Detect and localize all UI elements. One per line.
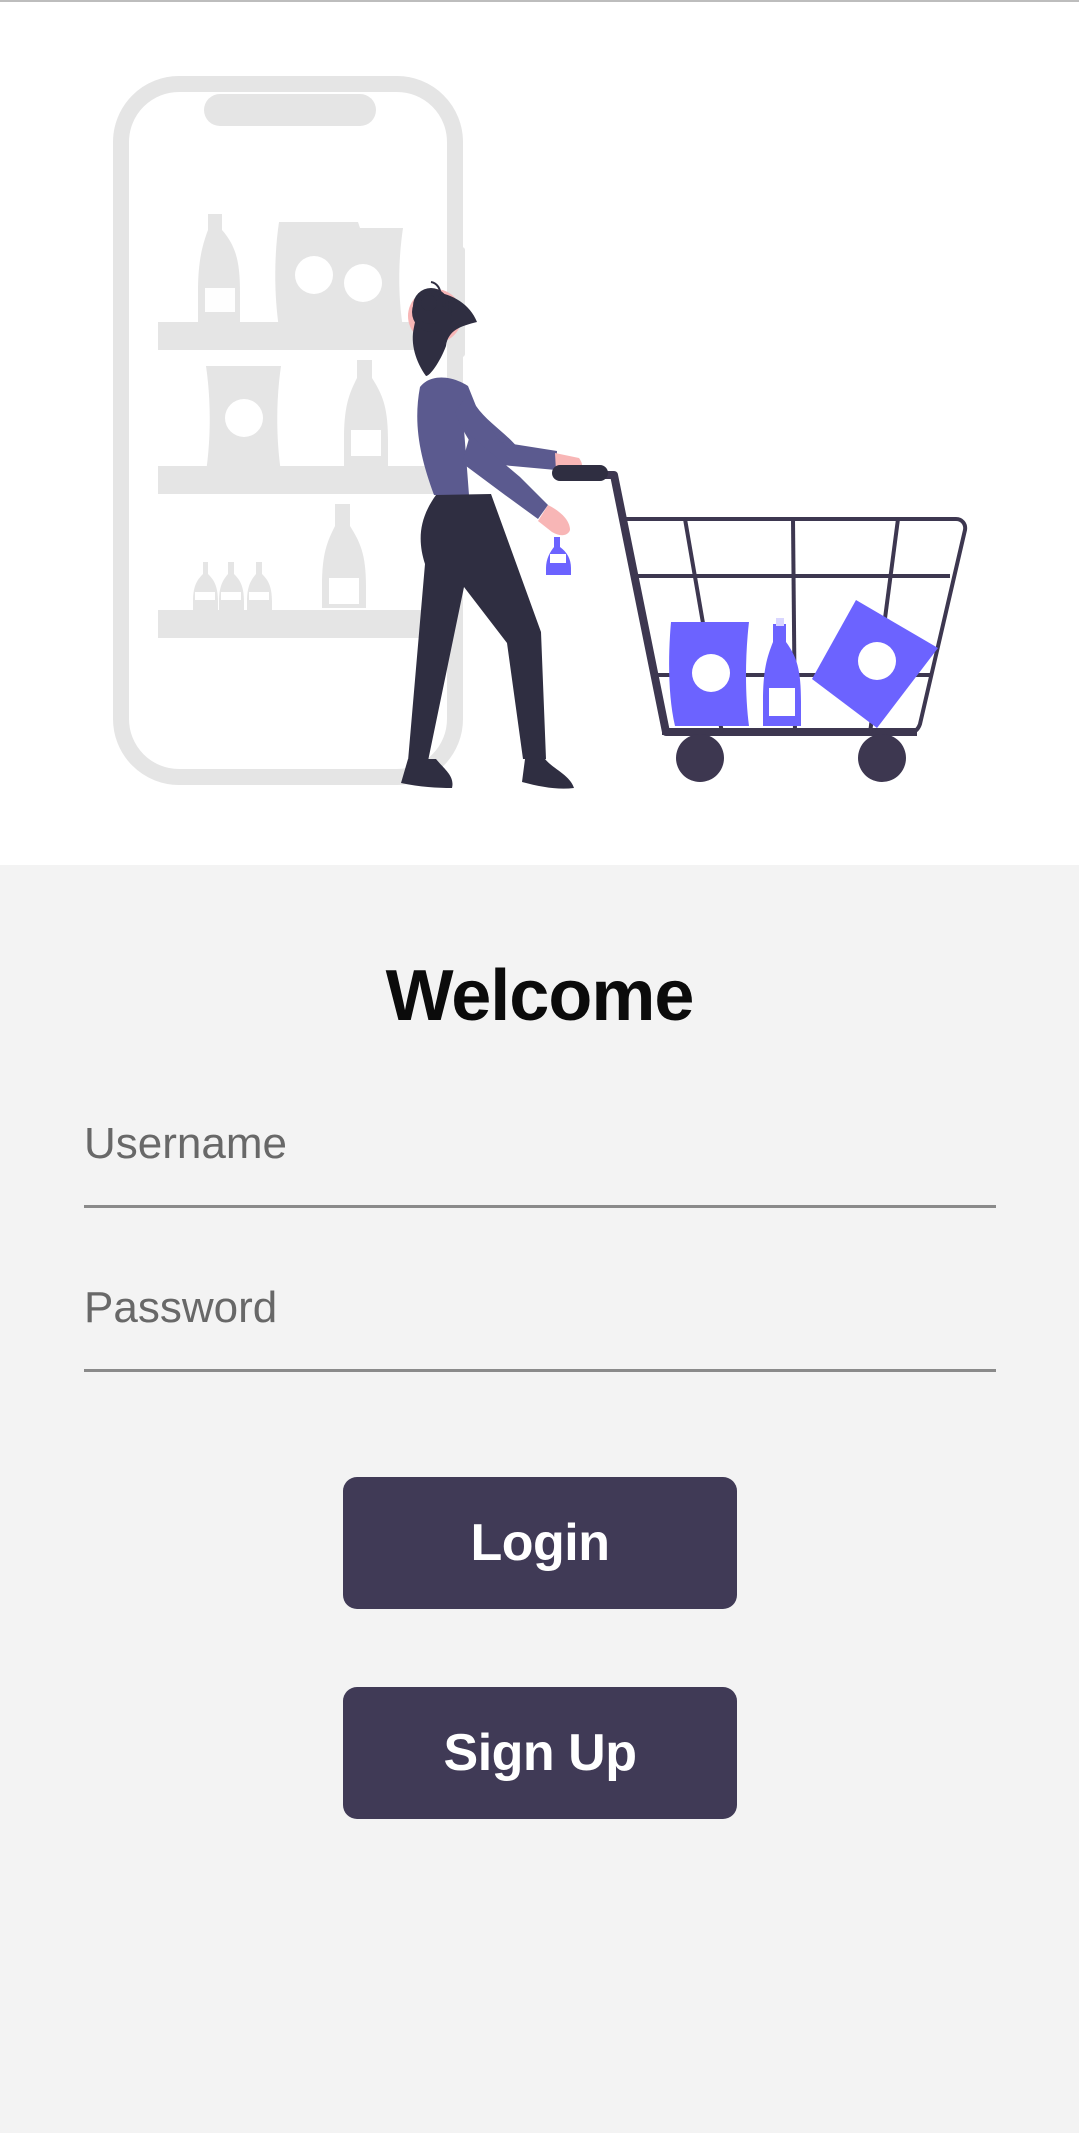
phone-shelf-products: [193, 214, 403, 610]
phone-icon: [113, 76, 465, 785]
shopping-cart-icon: [566, 471, 968, 782]
signup-button[interactable]: Sign Up: [343, 1687, 737, 1819]
shopper-figure: [401, 281, 608, 789]
password-field-container: [84, 1268, 996, 1372]
password-input[interactable]: [84, 1268, 996, 1369]
hero-banner: [0, 0, 1079, 865]
page-title: Welcome: [385, 956, 695, 1037]
username-field-container: [84, 1104, 996, 1208]
login-button[interactable]: Login: [343, 1477, 737, 1609]
shopping-cart-illustration: [113, 76, 968, 789]
username-input[interactable]: [84, 1104, 996, 1205]
